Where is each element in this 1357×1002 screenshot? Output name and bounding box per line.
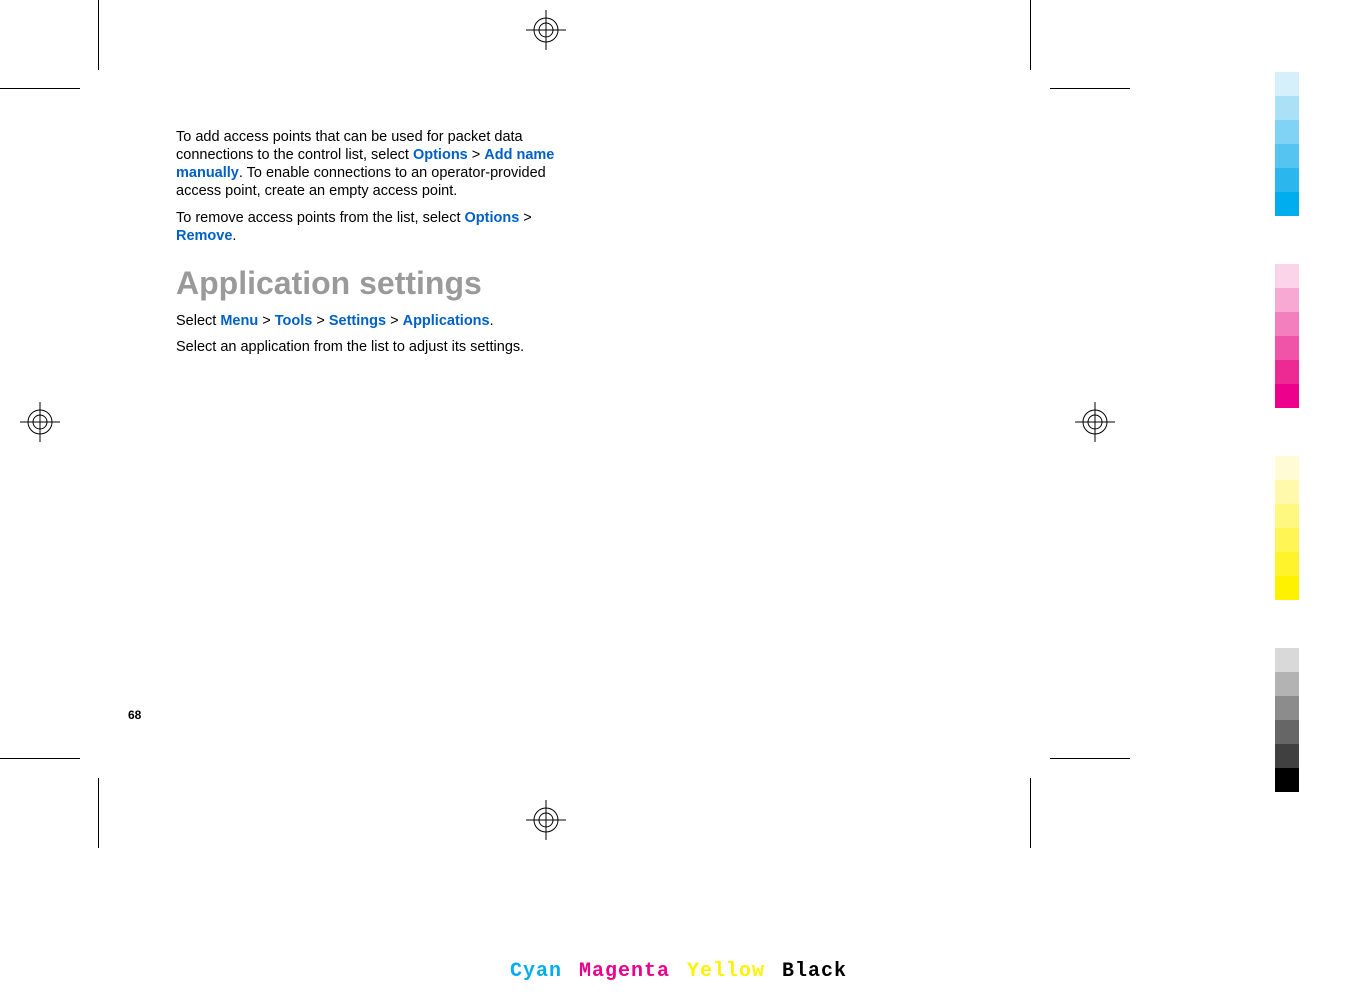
- color-swatch: [1275, 384, 1299, 408]
- color-swatch: [1275, 672, 1299, 696]
- menu-path-link: Menu: [220, 313, 258, 329]
- crop-mark: [1030, 0, 1031, 70]
- cmyk-label-cyan: Cyan: [510, 960, 562, 983]
- menu-path-link: Tools: [275, 313, 313, 329]
- paragraph: Select an application from the list to a…: [176, 338, 566, 356]
- menu-path-link: Options: [413, 147, 468, 163]
- paragraph: To remove access points from the list, s…: [176, 209, 566, 245]
- color-swatch: [1275, 696, 1299, 720]
- color-swatch: [1275, 720, 1299, 744]
- color-swatch: [1275, 552, 1299, 576]
- menu-path-link: Settings: [329, 313, 386, 329]
- color-swatch: [1275, 648, 1299, 672]
- menu-path-link: Options: [465, 210, 520, 226]
- cmyk-label-black: Black: [782, 960, 847, 983]
- color-swatch: [1275, 72, 1299, 96]
- body-text: >: [468, 147, 485, 163]
- paragraph: To add access points that can be used fo…: [176, 128, 566, 201]
- color-bar-cyan: [1275, 72, 1299, 216]
- menu-path-link: Applications: [403, 313, 490, 329]
- crop-mark: [98, 778, 99, 848]
- registration-mark-icon: [1075, 402, 1115, 442]
- body-text: >: [519, 210, 532, 226]
- color-bar-black: [1275, 648, 1299, 792]
- color-swatch: [1275, 144, 1299, 168]
- color-swatch: [1275, 480, 1299, 504]
- color-swatch: [1275, 768, 1299, 792]
- color-swatch: [1275, 528, 1299, 552]
- color-swatch: [1275, 336, 1299, 360]
- body-text: >: [312, 313, 329, 329]
- page-number: 68: [128, 708, 141, 722]
- color-bar-yellow: [1275, 456, 1299, 600]
- crop-mark: [1050, 758, 1130, 759]
- color-bar-magenta: [1275, 264, 1299, 408]
- color-swatch: [1275, 312, 1299, 336]
- color-swatch: [1275, 744, 1299, 768]
- body-text: .: [490, 313, 494, 329]
- crop-mark: [1030, 778, 1031, 848]
- crop-mark: [98, 0, 99, 70]
- crop-mark: [0, 88, 80, 89]
- registration-mark-icon: [526, 10, 566, 50]
- page-content: To add access points that can be used fo…: [176, 128, 566, 364]
- body-text: >: [258, 313, 275, 329]
- body-text: To remove access points from the list, s…: [176, 210, 465, 226]
- body-text: Select: [176, 313, 220, 329]
- paragraph: Select Menu > Tools > Settings > Applica…: [176, 312, 566, 330]
- color-swatch: [1275, 168, 1299, 192]
- registration-mark-icon: [20, 402, 60, 442]
- cmyk-label-magenta: Magenta: [579, 960, 670, 983]
- color-swatch: [1275, 288, 1299, 312]
- color-swatch: [1275, 120, 1299, 144]
- body-text: .: [232, 228, 236, 244]
- color-swatch: [1275, 576, 1299, 600]
- menu-path-link: Remove: [176, 228, 232, 244]
- crop-mark: [0, 758, 80, 759]
- color-swatch: [1275, 264, 1299, 288]
- cmyk-footer: Cyan Magenta Yellow Black: [508, 960, 849, 983]
- registration-mark-icon: [526, 800, 566, 840]
- color-swatch: [1275, 504, 1299, 528]
- body-text: >: [386, 313, 403, 329]
- crop-mark: [1050, 88, 1130, 89]
- color-swatch: [1275, 456, 1299, 480]
- color-swatch: [1275, 192, 1299, 216]
- section-heading: Application settings: [176, 265, 566, 302]
- color-swatch: [1275, 96, 1299, 120]
- color-swatch: [1275, 360, 1299, 384]
- cmyk-label-yellow: Yellow: [687, 960, 765, 983]
